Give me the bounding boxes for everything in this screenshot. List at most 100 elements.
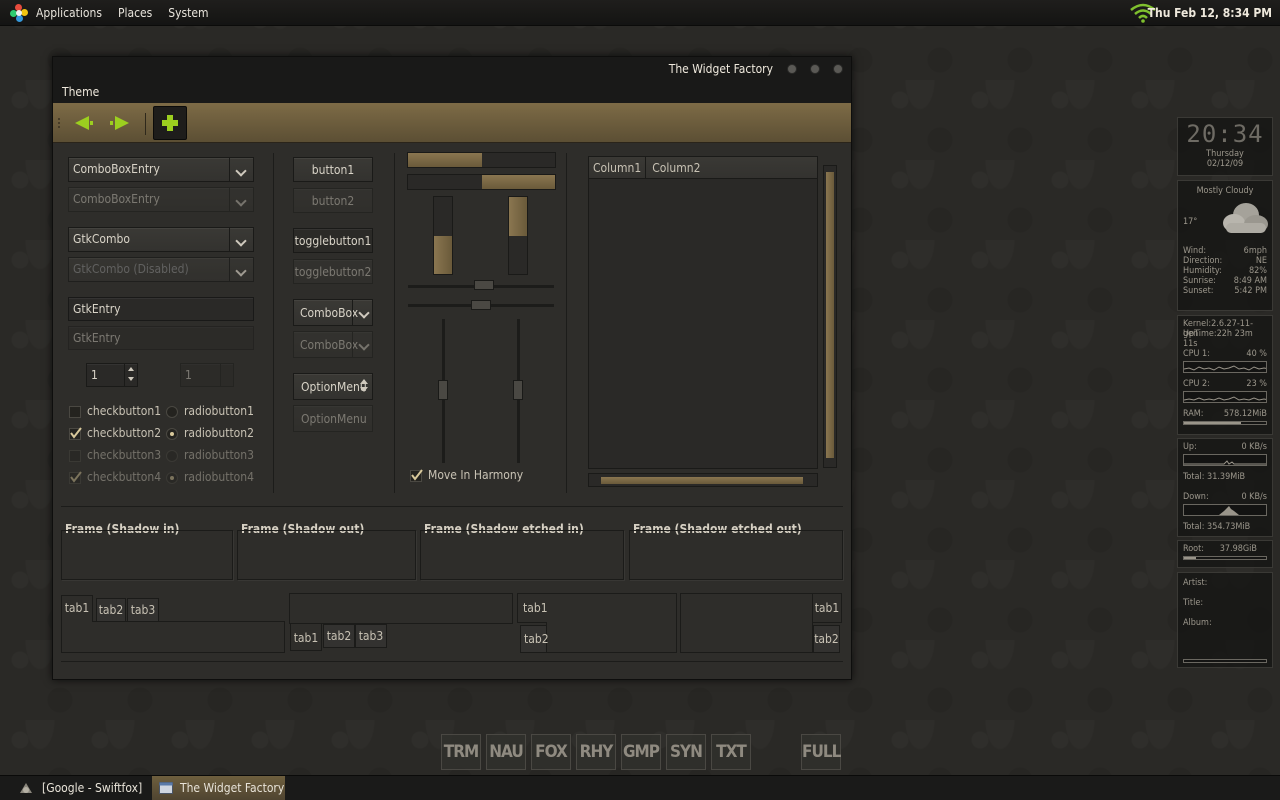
notebook-left-tab1[interactable]: tab1 xyxy=(517,593,548,623)
big-clock: 20:34 xyxy=(1186,120,1264,148)
comboboxentry[interactable]: ComboBoxEntry xyxy=(68,157,254,182)
disk-widget: Root: 37.98GiB xyxy=(1177,540,1273,568)
dock-full[interactable]: FULL xyxy=(801,734,841,770)
hscale-2-handle[interactable] xyxy=(471,300,491,310)
notebook-left-tab2[interactable]: tab2 xyxy=(520,625,549,653)
notebook-bottom-tab1[interactable]: tab1 xyxy=(290,624,322,651)
task-swiftfox[interactable]: [Google - Swiftfox] xyxy=(0,776,150,800)
column-separator xyxy=(394,153,395,493)
togglebutton1-label: togglebutton1 xyxy=(294,234,372,248)
spin-arrows-icon[interactable] xyxy=(124,364,137,386)
spin-button-1[interactable]: 1 xyxy=(86,363,138,387)
notebook-right-tab1[interactable]: tab1 xyxy=(813,593,842,623)
togglebutton1[interactable]: togglebutton1 xyxy=(293,228,373,253)
button2-label: button2 xyxy=(311,194,355,208)
notebook-top-tab3[interactable]: tab3 xyxy=(127,598,159,622)
tree-view[interactable]: Column1 Column2 xyxy=(588,156,818,469)
notebook-right-tab2[interactable]: tab2 xyxy=(813,625,840,653)
dock-fox[interactable]: FOX xyxy=(531,734,571,770)
maximize-button[interactable] xyxy=(810,64,820,74)
forward-arrow-icon[interactable] xyxy=(105,111,135,135)
vscale-1-handle[interactable] xyxy=(438,380,448,400)
dock-txt[interactable]: TXT xyxy=(711,734,751,770)
notebook-top-panel xyxy=(61,621,285,653)
radio-1[interactable] xyxy=(166,406,178,418)
horizontal-scrollbar[interactable] xyxy=(588,473,818,487)
task-widget-factory[interactable]: The Widget Factory xyxy=(152,776,285,800)
applications-logo-icon[interactable] xyxy=(10,3,28,22)
vscale-2-handle[interactable] xyxy=(513,380,523,400)
column1-header[interactable]: Column1 xyxy=(589,157,647,178)
spin-value: 1 xyxy=(91,368,98,382)
button1[interactable]: button1 xyxy=(293,157,373,182)
menu-system[interactable]: System xyxy=(168,6,208,20)
vertical-scrollbar[interactable] xyxy=(823,165,837,468)
task-widget-factory-label: The Widget Factory xyxy=(180,781,285,795)
gtkcombo-disabled: GtkCombo (Disabled) xyxy=(68,257,254,282)
radio-1-label: radiobutton1 xyxy=(184,404,254,418)
toolbar-grip-icon[interactable] xyxy=(56,117,62,129)
chevron-down-icon[interactable] xyxy=(229,228,253,251)
clock-date: 02/12/09 xyxy=(1206,159,1244,169)
dock-gmp[interactable]: GMP xyxy=(621,734,661,770)
cpu2-graph xyxy=(1183,391,1267,403)
notebook-bottom-tab3[interactable]: tab3 xyxy=(355,624,387,648)
optionmenu[interactable]: OptionMenu xyxy=(293,373,373,400)
weather-condition: Mostly Cloudy xyxy=(1196,186,1254,196)
download-graph-bars xyxy=(1219,506,1239,515)
frame-shadow-etched-in xyxy=(420,530,624,580)
combobox-disabled-text: ComboBox xyxy=(300,338,359,352)
menu-theme[interactable]: Theme xyxy=(62,85,99,99)
close-button[interactable] xyxy=(833,64,843,74)
combobox[interactable]: ComboBox xyxy=(293,299,373,326)
checkmark-icon xyxy=(70,471,82,483)
radio-4-label: radiobutton4 xyxy=(184,470,254,484)
clock-widget: 20:34 Thursday 02/12/09 xyxy=(1177,117,1273,176)
hscale-1-handle[interactable] xyxy=(474,280,494,290)
dock-trm[interactable]: TRM xyxy=(441,734,481,770)
weather-temp: 17° xyxy=(1183,217,1198,227)
menu-places[interactable]: Places xyxy=(118,6,152,20)
notebook-top-tab1[interactable]: tab1 xyxy=(61,595,93,622)
checkbox-2[interactable] xyxy=(69,427,82,440)
menubar: Theme xyxy=(53,83,851,103)
chevron-down-icon[interactable] xyxy=(352,300,372,325)
optionmenu-disabled-label: OptionMenu xyxy=(301,412,367,426)
cpu1-value: 40 % xyxy=(1246,349,1267,359)
move-in-harmony-checkbox[interactable] xyxy=(410,469,423,482)
vertical-scrollbar-thumb[interactable] xyxy=(826,172,834,458)
radio-2[interactable] xyxy=(166,428,178,440)
tab-label: tab1 xyxy=(293,631,319,645)
cpu1-graph-line xyxy=(1184,365,1266,371)
combobox-disabled: ComboBox xyxy=(293,331,373,358)
gtkentry[interactable]: GtkEntry xyxy=(68,297,254,321)
checkbox-1[interactable] xyxy=(69,406,81,418)
weather-widget: Mostly Cloudy 17° Wind: 6mph Direction: NE… xyxy=(1177,180,1273,311)
row-separator xyxy=(61,506,843,507)
dock-syn[interactable]: SYN xyxy=(666,734,706,770)
notebook-bottom-tab2[interactable]: tab2 xyxy=(323,624,355,648)
notebook-top-tab2[interactable]: tab2 xyxy=(96,598,126,622)
cpu2-label: CPU 2: xyxy=(1183,379,1210,389)
dock-rhy[interactable]: RHY xyxy=(576,734,616,770)
titlebar[interactable]: The Widget Factory xyxy=(53,57,851,83)
gtkcombo[interactable]: GtkCombo xyxy=(68,227,254,252)
panel-clock[interactable]: Thu Feb 12, 8:34 PM xyxy=(1148,6,1272,20)
comboboxentry-disabled-text: ComboBoxEntry xyxy=(73,192,160,206)
add-button[interactable] xyxy=(153,106,187,140)
horizontal-scrollbar-thumb[interactable] xyxy=(601,477,803,484)
top-panel: Applications Places System Thu Feb 12, 8… xyxy=(0,0,1280,26)
tree-header: Column1 Column2 xyxy=(589,157,817,179)
ram-bar-fill xyxy=(1184,422,1242,424)
chevron-down-icon xyxy=(229,258,253,281)
menu-applications[interactable]: Applications xyxy=(36,6,102,20)
ram-label: RAM: xyxy=(1183,409,1204,419)
column2-header[interactable]: Column2 xyxy=(646,157,706,178)
tab-label: tab3 xyxy=(358,629,384,643)
minimize-button[interactable] xyxy=(787,64,797,74)
sunset-value: 5:42 PM xyxy=(1234,286,1267,296)
back-arrow-icon[interactable] xyxy=(71,111,101,135)
toolbar xyxy=(53,103,851,143)
dock-nau[interactable]: NAU xyxy=(486,734,526,770)
chevron-down-icon[interactable] xyxy=(229,158,253,181)
